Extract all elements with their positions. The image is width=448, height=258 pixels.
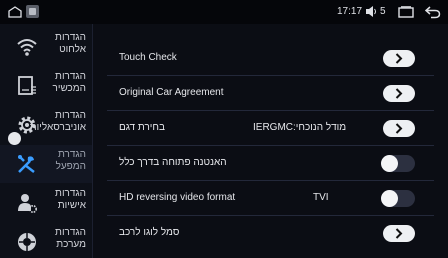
setting-row-antenna[interactable]: האנטנה פתוחה בדרך כלל: [93, 146, 448, 181]
open-car-agreement-button[interactable]: [383, 85, 415, 102]
setting-row-car-logo[interactable]: סמל לוגו לרכב: [93, 216, 448, 251]
status-bar: 17:17 5: [0, 0, 448, 24]
open-touch-check-button[interactable]: [383, 50, 415, 67]
floating-assist-button[interactable]: [8, 132, 21, 145]
setting-label: Original Car Agreement: [119, 87, 224, 98]
setting-label: בחירת דגם: [119, 122, 165, 133]
video-format-value: TVI: [313, 192, 329, 203]
sidebar: הגדרות אלחוט הגדרות המכשיר הגדרות אוניבר…: [0, 24, 92, 258]
settings-screen: 17:17 5 הגדרות אלחוט הגדרות המכשיר הגדרו…: [0, 0, 448, 258]
sidebar-item-label: הגדרות אישיות: [55, 188, 86, 211]
volume-icon[interactable]: [365, 5, 377, 18]
sidebar-item-label: הגדרת המפעל: [55, 149, 86, 172]
sidebar-item-personal[interactable]: הגדרות אישיות: [0, 184, 92, 222]
sidebar-item-label: הגדרות אוניברסאליות: [29, 110, 86, 133]
open-model-select-button[interactable]: [383, 120, 415, 137]
chevron-right-icon: [395, 53, 403, 64]
clock: 17:17: [337, 6, 363, 17]
sidebar-item-label: הגדרות המכשיר: [52, 71, 87, 94]
setting-row-model-select[interactable]: בחירת דגם מודל הנוכחי:IERGMC: [93, 111, 448, 146]
setting-row-touch-check[interactable]: Touch Check: [93, 41, 448, 76]
sidebar-item-system[interactable]: הגדרות מערכת: [0, 223, 92, 258]
antenna-toggle[interactable]: [381, 155, 415, 172]
sidebar-item-wireless[interactable]: הגדרות אלחוט: [0, 28, 92, 66]
open-car-logo-button[interactable]: [383, 225, 415, 242]
sidebar-item-device[interactable]: הגדרות המכשיר: [0, 67, 92, 105]
factory-settings-panel: Touch Check Original Car Agreement בחירת…: [93, 24, 448, 258]
toggle-knob: [381, 190, 398, 207]
sidebar-item-factory[interactable]: הגדרת המפעל: [0, 145, 92, 183]
setting-label: Touch Check: [119, 52, 177, 63]
app-icon[interactable]: [26, 5, 39, 18]
sidebar-item-label: הגדרות אלחוט: [55, 32, 86, 55]
setting-label: סמל לוגו לרכב: [119, 227, 180, 238]
home-icon[interactable]: [8, 6, 22, 18]
chevron-right-icon: [395, 88, 403, 99]
toggle-knob: [381, 155, 398, 172]
chevron-right-icon: [395, 123, 403, 134]
recent-apps-icon[interactable]: [398, 6, 414, 18]
chevron-right-icon: [395, 228, 403, 239]
setting-row-original-car-agreement[interactable]: Original Car Agreement: [93, 76, 448, 111]
setting-row-hd-reversing[interactable]: HD reversing video format TVI: [93, 181, 448, 216]
hd-reversing-toggle[interactable]: [381, 190, 415, 207]
volume-level: 5: [380, 6, 386, 17]
setting-label: HD reversing video format: [119, 192, 236, 203]
current-model-value: מודל הנוכחי:IERGMC: [253, 122, 347, 133]
back-icon[interactable]: [425, 5, 441, 19]
sidebar-item-label: הגדרות מערכת: [55, 227, 86, 250]
setting-label: האנטנה פתוחה בדרך כלל: [119, 157, 227, 168]
